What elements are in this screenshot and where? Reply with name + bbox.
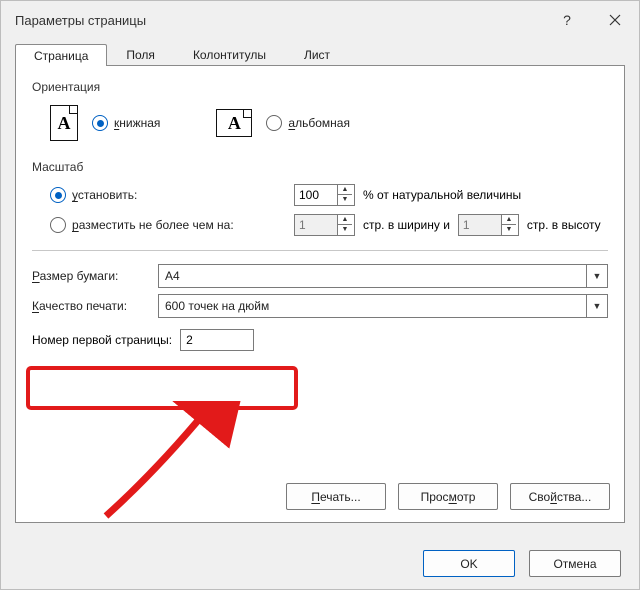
properties-button[interactable]: Свойства... — [510, 483, 610, 510]
annotation-highlight — [26, 366, 298, 410]
scale-percent-suffix: % от натуральной величины — [363, 188, 521, 202]
chevron-up-icon[interactable]: ▲ — [338, 215, 352, 224]
radio-portrait[interactable]: ккнижнаянижная — [92, 115, 160, 131]
chevron-down-icon[interactable]: ▼ — [586, 295, 607, 317]
chevron-down-icon[interactable]: ▼ — [338, 194, 352, 204]
chevron-down-icon[interactable]: ▼ — [338, 224, 352, 234]
cancel-button[interactable]: Отмена — [529, 550, 621, 577]
help-button[interactable]: ? — [543, 1, 591, 39]
chevron-down-icon[interactable]: ▼ — [502, 224, 516, 234]
page-setup-dialog: Параметры страницы ? Страница Поля Колон… — [0, 0, 640, 590]
dialog-title: Параметры страницы — [15, 13, 146, 28]
tab-row: Страница Поля Колонтитулы Лист — [15, 39, 625, 65]
paper-size-value: A4 — [159, 269, 586, 283]
portrait-icon: A — [50, 105, 78, 141]
scale-percent-spin[interactable]: ▲▼ — [294, 184, 355, 206]
print-button[interactable]: Печать... — [286, 483, 386, 510]
fit-tall-spin[interactable]: ▲▼ — [458, 214, 519, 236]
print-quality-combo[interactable]: 600 точек на дюйм ▼ — [158, 294, 608, 318]
tab-margins[interactable]: Поля — [107, 43, 174, 65]
print-quality-value: 600 точек на дюйм — [159, 299, 586, 313]
titlebar: Параметры страницы ? — [1, 1, 639, 39]
scale-group-title: Масштаб — [32, 160, 608, 174]
fit-tall-input[interactable] — [458, 214, 501, 236]
radio-scale-fit[interactable]: разместить не более чем на: — [50, 217, 286, 233]
tab-panel-page: Ориентация A ккнижнаянижная A альбомная … — [15, 65, 625, 523]
landscape-icon: A — [216, 109, 252, 137]
fit-wide-spin[interactable]: ▲▼ — [294, 214, 355, 236]
radio-landscape[interactable]: альбомная — [266, 115, 350, 131]
tab-headers[interactable]: Колонтитулы — [174, 43, 285, 65]
orientation-group-title: Ориентация — [32, 80, 608, 94]
fit-wide-input[interactable] — [294, 214, 337, 236]
print-quality-label: Качество печати: — [32, 299, 150, 313]
tab-sheet[interactable]: Лист — [285, 43, 349, 65]
close-button[interactable] — [591, 1, 639, 39]
paper-size-label: Размер бумаги: — [32, 269, 150, 283]
tab-page[interactable]: Страница — [15, 44, 107, 66]
paper-size-combo[interactable]: A4 ▼ — [158, 264, 608, 288]
chevron-up-icon[interactable]: ▲ — [338, 185, 352, 194]
ok-button[interactable]: OK — [423, 550, 515, 577]
close-icon — [609, 14, 621, 26]
first-page-label: Номер первой страницы: — [32, 333, 172, 347]
preview-button[interactable]: Просмотр — [398, 483, 498, 510]
radio-scale-fixed[interactable]: установить: — [50, 187, 286, 203]
fit-tall-suffix: стр. в высоту — [527, 218, 601, 232]
annotation-arrow — [86, 401, 246, 521]
chevron-down-icon[interactable]: ▼ — [586, 265, 607, 287]
fit-wide-suffix: стр. в ширину и — [363, 218, 450, 232]
first-page-input[interactable] — [180, 329, 254, 351]
scale-percent-input[interactable] — [294, 184, 337, 206]
chevron-up-icon[interactable]: ▲ — [502, 215, 516, 224]
dialog-footer: OK Отмена — [1, 540, 639, 589]
